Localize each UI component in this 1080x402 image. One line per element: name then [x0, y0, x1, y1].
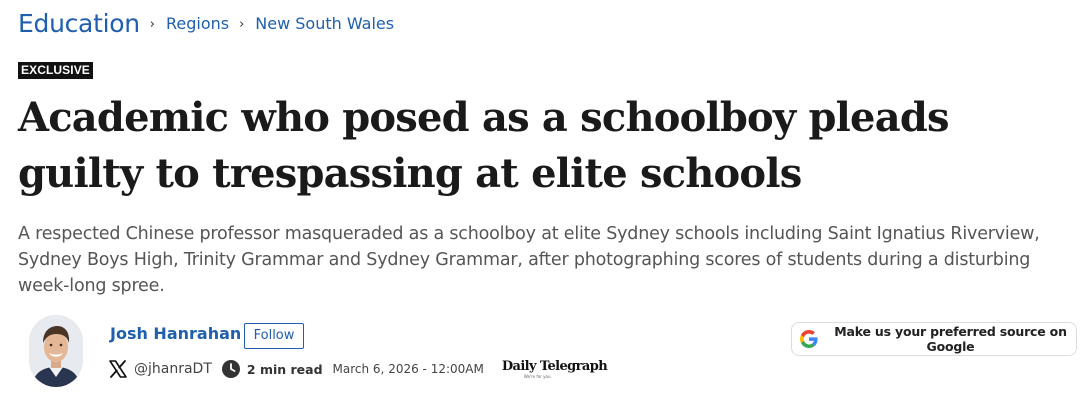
author-photo — [29, 315, 83, 387]
exclusive-badge: EXCLUSIVE — [18, 62, 93, 79]
breadcrumb: Education › Regions › New South Wales — [18, 6, 394, 40]
google-preferred-source-button[interactable]: Make us your preferred source on Google — [791, 322, 1077, 356]
google-g-icon — [800, 330, 818, 348]
breadcrumb-item-regions[interactable]: Regions — [166, 14, 229, 33]
breadcrumb-separator: › — [149, 16, 155, 32]
author-name-link[interactable]: Josh Hanrahan — [110, 324, 241, 343]
publish-date: March 6, 2026 - 12:00AM — [332, 362, 484, 376]
clock-icon — [221, 360, 240, 378]
article-meta: @jhanraDT 2 min read March 6, 2026 - 12:… — [108, 358, 608, 380]
x-logo-icon[interactable] — [108, 359, 128, 379]
breadcrumb-section-education[interactable]: Education — [18, 9, 140, 38]
google-button-label: Make us your preferred source on Google — [834, 324, 1067, 354]
masthead-tagline: We're for you — [523, 373, 551, 379]
breadcrumb-separator: › — [239, 16, 245, 32]
follow-button[interactable]: Follow — [244, 323, 304, 349]
read-time: 2 min read — [246, 361, 323, 377]
article-headline: Academic who posed as a schoolboy pleads… — [18, 94, 950, 197]
article-standfirst: A respected Chinese professor masquerade… — [18, 224, 1040, 296]
author-handle-link[interactable]: @jhanraDT — [134, 361, 212, 377]
masthead-name: Daily Telegraph — [501, 358, 608, 374]
breadcrumb-item-new-south-wales[interactable]: New South Wales — [255, 14, 394, 33]
masthead-logo: Daily Telegraph We're for you — [501, 358, 608, 379]
author-avatar[interactable] — [29, 315, 83, 387]
